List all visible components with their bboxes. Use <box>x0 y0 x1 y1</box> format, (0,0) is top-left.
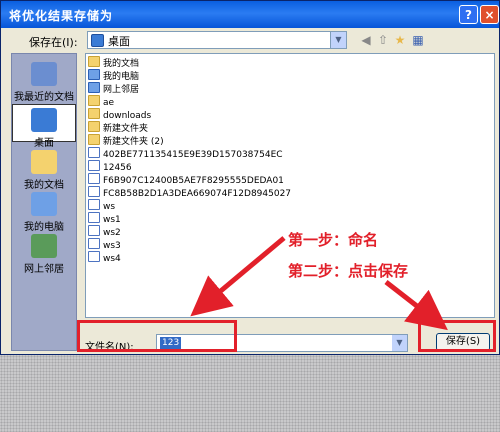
arrow-to-filename <box>190 236 286 317</box>
annotation-arrows <box>190 236 448 331</box>
arrow-to-save <box>384 280 448 331</box>
